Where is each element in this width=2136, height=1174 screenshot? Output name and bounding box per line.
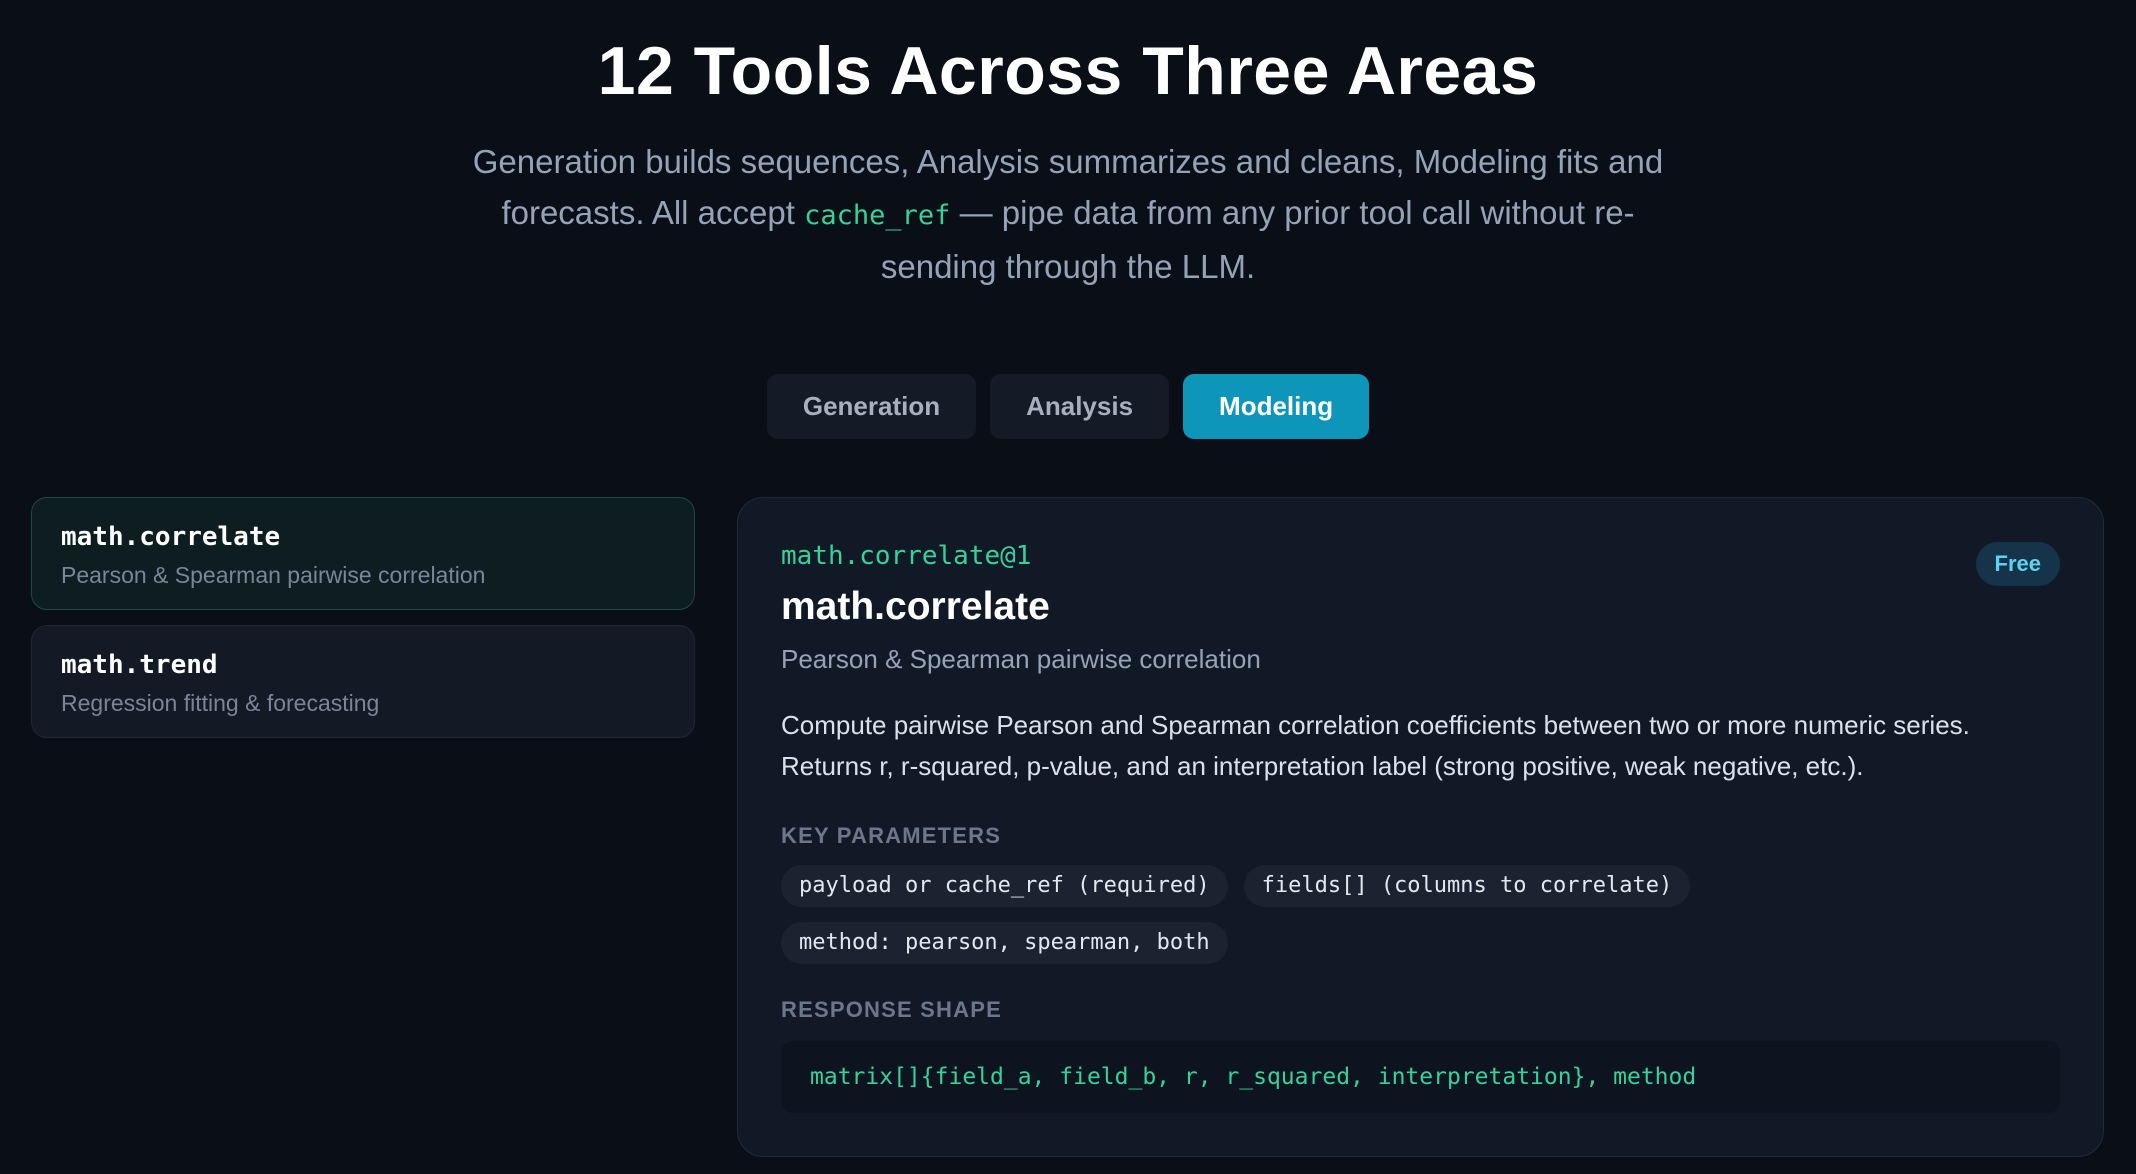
page-subtitle: Generation builds sequences, Analysis su… — [448, 136, 1688, 292]
tool-name: math.trend — [61, 650, 218, 680]
tool-version: math.correlate@1 — [781, 541, 1032, 571]
detail-title: math.correlate — [781, 585, 1050, 628]
category-tabs: Generation Analysis Modeling — [0, 374, 2136, 439]
tool-item-math-correlate[interactable]: math.correlate Pearson & Spearman pairwi… — [31, 497, 695, 610]
tool-detail-panel: Free math.correlate@1 math.correlate Pea… — [737, 497, 2104, 1157]
response-shape-code: matrix[]{field_a, field_b, r, r_squared,… — [781, 1041, 2060, 1113]
tool-name: math.correlate — [61, 522, 281, 552]
detail-subtitle: Pearson & Spearman pairwise correlation — [781, 644, 1261, 674]
page: 12 Tools Across Three Areas Generation b… — [0, 0, 2136, 1174]
parameter-chips: payload or cache_ref (required) fields[]… — [781, 865, 1761, 964]
subtitle-text-2: — pipe data from any prior tool call wit… — [880, 194, 1635, 285]
tab-analysis[interactable]: Analysis — [990, 374, 1170, 439]
page-title: 12 Tools Across Three Areas — [597, 33, 1539, 109]
tab-modeling[interactable]: Modeling — [1183, 374, 1370, 439]
tab-generation[interactable]: Generation — [766, 374, 977, 439]
parameter-chip: fields[] (columns to correlate) — [1243, 865, 1691, 907]
parameter-chip: payload or cache_ref (required) — [781, 865, 1228, 907]
header: 12 Tools Across Three Areas Generation b… — [0, 30, 2136, 292]
detail-description: Compute pairwise Pearson and Spearman co… — [781, 710, 1970, 781]
parameter-chip: method: pearson, spearman, both — [781, 922, 1228, 964]
pricing-badge: Free — [1975, 542, 2060, 586]
subtitle-code: cache_ref — [804, 200, 951, 231]
tool-list: math.correlate Pearson & Spearman pairwi… — [31, 497, 695, 753]
response-shape-label: RESPONSE SHAPE — [781, 997, 1002, 1022]
key-parameters-label: KEY PARAMETERS — [781, 823, 1002, 848]
tool-item-math-trend[interactable]: math.trend Regression fitting & forecast… — [31, 625, 695, 738]
tool-description: Pearson & Spearman pairwise correlation — [61, 562, 486, 588]
tool-description: Regression fitting & forecasting — [61, 690, 380, 716]
